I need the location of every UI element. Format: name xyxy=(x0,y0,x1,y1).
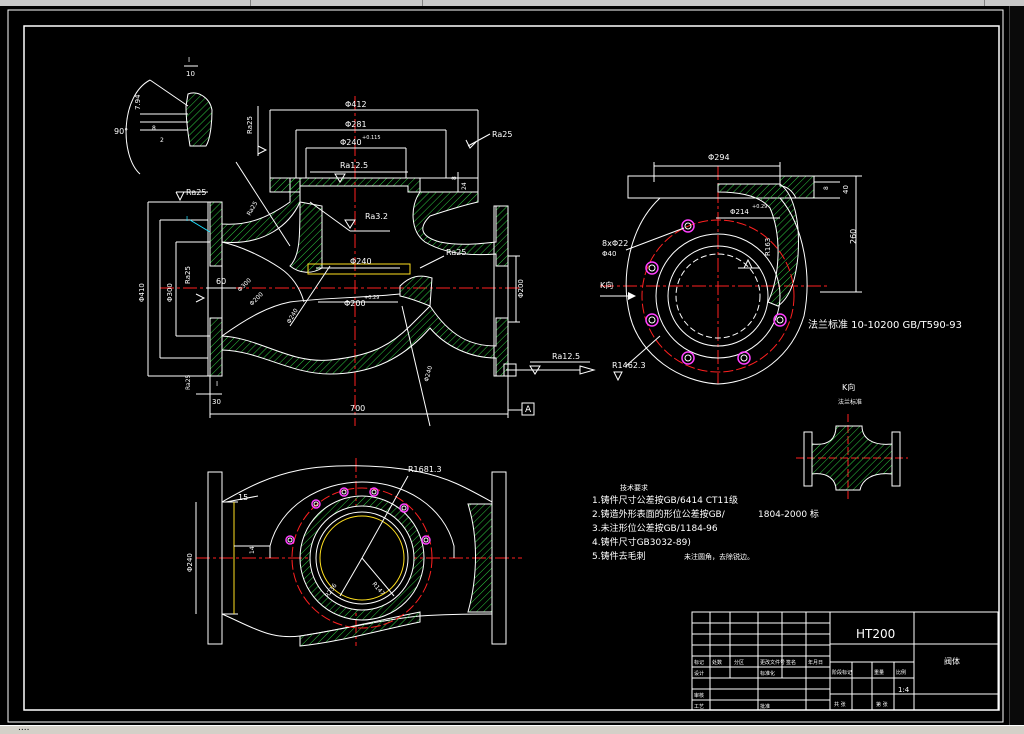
detail-2: 2 xyxy=(160,137,164,144)
side-260: 260 xyxy=(849,229,858,244)
rough-ra25-mid: Ra25 xyxy=(446,248,466,257)
note-5b: 未注圆角，去除锐边。 xyxy=(684,552,754,561)
note-4: 4.铸件尺寸GB3032-89) xyxy=(592,536,691,548)
bottom-phi240: Φ240 xyxy=(186,553,194,572)
k-view-title: K向 xyxy=(842,382,855,392)
bottom-15: 15 xyxy=(238,493,248,502)
bottom-r1681: R1681.3 xyxy=(408,465,442,474)
side-phi214-tol: +0.29 xyxy=(752,204,767,210)
technical-notes: 技术要求 1.铸件尺寸公差按GB/ 6414 CT11级 2.铸造外形表面的形位… xyxy=(592,483,819,562)
dim-phi412: Φ412 xyxy=(345,100,367,109)
rough-ra25-lv: Ra25 xyxy=(184,266,192,284)
leader-phi220: Φ240 xyxy=(423,365,434,383)
status-text: .... xyxy=(18,723,30,733)
rough-ra25-bottom: Ra25 xyxy=(185,374,192,390)
side-8phi22: 8xΦ22 xyxy=(602,239,628,248)
note-1b: 6414 CT11级 xyxy=(680,494,738,506)
dim-phi240-top-tol: +0.115 xyxy=(362,135,381,141)
side-phi214: Φ214 xyxy=(730,208,749,216)
side-8: 8 xyxy=(823,186,830,190)
side-k-label: K向 xyxy=(600,280,613,290)
detail-i-marker: I xyxy=(186,215,188,223)
tb-cell: 设计 xyxy=(694,670,704,677)
detail-i-view: I 10 90° 7.94 8 2 xyxy=(114,56,213,175)
cad-drawing-canvas[interactable]: Φ412 Φ281 Φ240 +0.115 Ra12.5 Ra3.2 Ra25 … xyxy=(0,6,1010,732)
rough-ra125-top: Ra12.5 xyxy=(340,161,368,170)
inner-frame xyxy=(23,25,1000,711)
side-phi294: Φ294 xyxy=(708,153,730,162)
tb-cell: 年月日 xyxy=(808,659,823,666)
tb-cell: 处数 xyxy=(712,659,722,666)
k-view: K向 法兰标准 xyxy=(796,382,908,500)
status-bar: .... xyxy=(0,723,1024,734)
tb-cell: 重量 xyxy=(874,669,884,676)
rough-ra25-v: Ra25 xyxy=(246,116,254,134)
tb-cell: 第 张 xyxy=(876,701,888,708)
tb-cell: 工艺 xyxy=(694,704,704,710)
dim-phi410: Φ410 xyxy=(138,283,146,302)
tb-cell: 更改文件号 xyxy=(760,659,785,666)
note-1a: 1.铸件尺寸公差按GB/ xyxy=(592,494,681,506)
detail-label-top: I xyxy=(188,56,190,64)
detail-90: 90° xyxy=(114,127,128,136)
rough-ra125-right: Ra12.5 xyxy=(552,352,580,361)
dim-len24: 24 xyxy=(461,182,468,190)
leader-phi200: Φ200 xyxy=(248,291,265,308)
detail-label-bot: 10 xyxy=(186,70,195,78)
side-40: 40 xyxy=(842,185,850,194)
tb-cell: 分区 xyxy=(734,659,744,666)
note-5a: 5.铸件去毛刺 xyxy=(592,550,646,562)
detail-8: 8 xyxy=(152,125,156,132)
tb-cell: 比例 xyxy=(896,669,906,676)
dim-len30: 30 xyxy=(212,398,221,406)
dim-phi240-top: Φ240 xyxy=(340,138,362,147)
side-r163: R163 xyxy=(764,238,772,256)
dim-phi200-mid: Φ200 xyxy=(344,299,366,308)
side-view: Φ294 Φ214 +0.29 R163 8xΦ22 Φ40 K向 R1462.… xyxy=(600,153,962,385)
detail-794: 7.94 xyxy=(134,94,142,110)
dim-phi200-right: Φ200 xyxy=(517,279,525,298)
dim-len60: 60 xyxy=(216,277,226,286)
note-3a: 3.未注形位公差按GB/ xyxy=(592,522,681,534)
side-phi40: Φ40 xyxy=(602,250,616,258)
dim-len700: 700 xyxy=(350,404,365,413)
top-view: R1681.3 R236 R147 15 14 Φ240 xyxy=(186,458,522,647)
side-r1462: R1462.3 xyxy=(612,361,646,370)
dim-phi200-tol: +0.29 xyxy=(364,295,379,301)
k-view-sub: 法兰标准 xyxy=(838,398,862,406)
tb-cell: 标准化 xyxy=(760,670,775,677)
side-flange-standard: 法兰标准 10-10200 GB/T590-93 xyxy=(808,318,962,331)
datum-a: A xyxy=(525,405,532,415)
dim-phi300: Φ300 xyxy=(166,283,174,302)
dim-phi240-mid: Φ240 xyxy=(350,257,372,266)
leader-phi300: Φ300 xyxy=(236,277,253,294)
notes-title: 技术要求 xyxy=(620,483,648,492)
tb-cell: 审核 xyxy=(694,692,704,699)
vertical-scrollbar[interactable] xyxy=(1009,6,1024,726)
tb-part-name: 阀体 xyxy=(944,656,960,666)
tb-cell: 签名 xyxy=(786,659,796,666)
note-2a: 2.铸造外形表面的形位公差按GB/ xyxy=(592,508,726,520)
dim-e: I xyxy=(216,380,218,388)
tb-cell: 阶段标记 xyxy=(832,669,852,676)
dim-phi281: Φ281 xyxy=(345,120,367,129)
note-2b: 1804-2000 标 xyxy=(758,508,819,520)
note-3b: 1184-96 xyxy=(680,524,718,534)
leader-ra25-diag: Ra25 xyxy=(246,200,260,217)
tb-material: HT200 xyxy=(856,627,895,641)
tb-cell: 标记 xyxy=(694,659,704,666)
dim-len8: 8 xyxy=(451,176,458,180)
bottom-14: 14 xyxy=(249,546,256,554)
tb-cell: 共 张 xyxy=(834,701,846,708)
rough-ra25-top: Ra25 xyxy=(492,130,512,139)
tb-ratio: 1:4 xyxy=(898,686,910,694)
rough-ra32: Ra3.2 xyxy=(365,212,388,221)
tb-cell: 批准 xyxy=(760,703,770,710)
